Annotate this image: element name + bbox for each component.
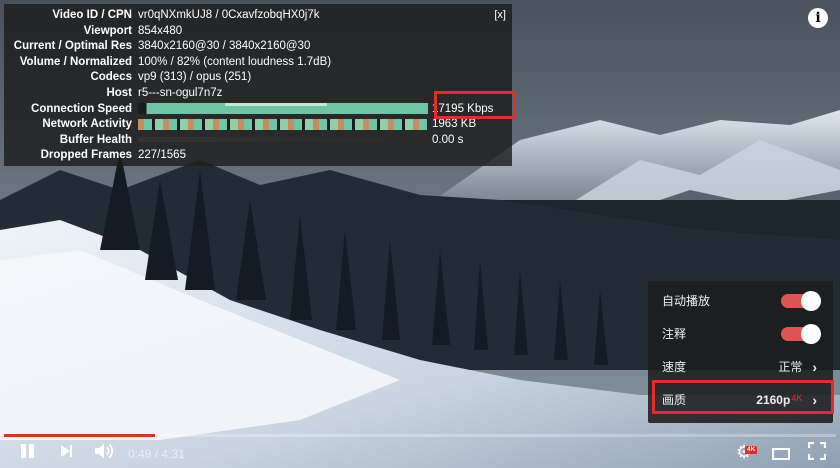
video-player[interactable]: [x] Video ID / CPN vr0qNXmkUJ8 / 0Cxavfz…: [0, 0, 840, 468]
annotations-toggle[interactable]: [781, 323, 821, 344]
progress-played: [4, 434, 155, 437]
theater-mode-icon[interactable]: [772, 448, 790, 460]
stats-row-buffer-health: Buffer Health 0.00 s: [10, 133, 506, 149]
stats-value: 1963 KB: [138, 117, 476, 133]
stats-label: Network Activity: [42, 118, 132, 131]
stats-label: Buffer Health: [59, 133, 132, 146]
hd-quality-badge: 4K: [745, 446, 758, 454]
stats-for-nerds-panel: [x] Video ID / CPN vr0qNXmkUJ8 / 0Cxavfz…: [4, 4, 512, 166]
speed-value: 正常: [778, 360, 803, 374]
next-icon[interactable]: [60, 442, 74, 460]
time-separator: /: [154, 447, 159, 461]
stats-value: r5---sn-ogul7n7z: [138, 86, 223, 99]
stats-value: 100% / 82% (content loudness 1.7dB): [138, 55, 332, 68]
network-activity-graph: [138, 118, 428, 130]
stats-value: 854x480: [138, 24, 183, 37]
progress-bar[interactable]: [4, 434, 836, 437]
stats-row-codecs: Codecs vp9 (313) / opus (251): [10, 70, 506, 86]
stats-label: Volume / Normalized: [19, 55, 132, 68]
menu-item-autoplay[interactable]: 自动播放: [648, 284, 833, 317]
stats-row-video-id: Video ID / CPN vr0qNXmkUJ8 / 0CxavfzobqH…: [10, 8, 506, 24]
pause-icon[interactable]: [20, 442, 36, 460]
menu-item-label: 速度: [662, 360, 687, 374]
stats-value: vr0qNXmkUJ8 / 0CxavfzobqHX0j7k: [138, 9, 320, 21]
stats-value: vp9 (313) / opus (251): [138, 71, 252, 84]
stats-row-resolution: Current / Optimal Res 3840x2160@30 / 384…: [10, 39, 506, 55]
stats-row-network-activity: Network Activity 1963 KB: [10, 117, 506, 133]
stats-row-connection-speed: Connection Speed 17195 Kbps: [10, 102, 506, 118]
close-stats-button[interactable]: [x]: [494, 8, 506, 24]
menu-item-annotations[interactable]: 注释: [648, 317, 833, 350]
menu-item-label: 注释: [662, 327, 687, 341]
stats-value: 227/1565: [138, 149, 186, 162]
quality-highlight-box: [652, 380, 834, 414]
stats-label: Current / Optimal Res: [13, 40, 132, 53]
network-activity-value: 1963 KB: [432, 118, 477, 131]
chevron-right-icon: ›: [812, 358, 817, 375]
time-total: 4:31: [161, 447, 185, 461]
menu-item-label: 自动播放: [662, 294, 711, 308]
connection-speed-highlight-box: [434, 91, 516, 119]
stats-label: Video ID / CPN: [52, 9, 132, 21]
stats-row-host: Host r5---sn-ogul7n7z: [10, 86, 506, 102]
info-icon[interactable]: i: [808, 8, 828, 28]
stats-row-volume: Volume / Normalized 100% / 82% (content …: [10, 55, 506, 71]
connection-speed-graph: [138, 103, 428, 115]
stats-row-dropped-frames: Dropped Frames 227/1565: [10, 148, 506, 164]
buffer-health-value: 0.00 s: [432, 133, 464, 146]
time-display: 0:49 / 4:31: [128, 447, 185, 461]
time-current: 0:49: [128, 447, 152, 461]
stats-label: Host: [106, 86, 132, 99]
autoplay-toggle[interactable]: [781, 290, 821, 311]
menu-item-speed[interactable]: 速度 正常 ›: [648, 350, 833, 383]
stats-label: Dropped Frames: [40, 149, 132, 162]
stats-label: Connection Speed: [31, 102, 132, 115]
stats-label: Viewport: [83, 24, 132, 37]
stats-label: Codecs: [90, 71, 132, 84]
buffer-health-graph: [138, 137, 428, 143]
stats-value: 3840x2160@30 / 3840x2160@30: [138, 40, 311, 53]
stats-value: 0.00 s: [138, 133, 463, 149]
player-controls: 0:49 / 4:31 ⚙ 4K: [0, 438, 840, 468]
fullscreen-icon[interactable]: [808, 442, 826, 460]
stats-row-viewport: Viewport 854x480: [10, 24, 506, 40]
volume-icon[interactable]: [94, 442, 116, 460]
